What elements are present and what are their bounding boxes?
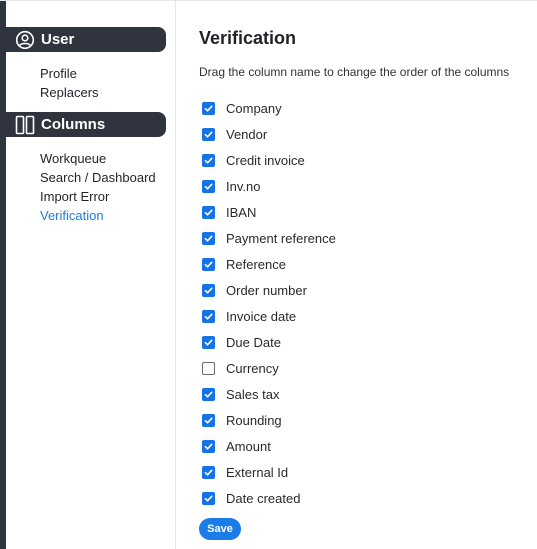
column-label: Rounding — [226, 412, 282, 428]
column-item[interactable]: Amount — [199, 433, 336, 459]
column-item[interactable]: Order number — [199, 277, 336, 303]
column-checkbox[interactable] — [202, 439, 215, 453]
checkmark-icon — [204, 131, 213, 138]
column-item[interactable]: Currency — [199, 355, 336, 381]
column-label: External Id — [226, 464, 289, 480]
checkmark-icon — [204, 313, 213, 320]
column-item[interactable]: Payment reference — [199, 225, 336, 251]
sidebar-item-search-dashboard[interactable]: Search / Dashboard — [40, 168, 156, 187]
column-label: Date created — [226, 490, 301, 506]
sidebar-item-replacers[interactable]: Replacers — [40, 83, 99, 102]
column-label: Payment reference — [226, 230, 336, 246]
column-checkbox[interactable] — [202, 309, 215, 323]
sidebar-section-columns: Columns — [6, 112, 166, 137]
column-checkbox[interactable] — [202, 153, 215, 167]
column-checkbox[interactable] — [202, 231, 215, 245]
column-label: Due Date — [226, 334, 281, 350]
user-nav-list: Profile Replacers — [40, 64, 99, 102]
sidebar-item-profile[interactable]: Profile — [40, 64, 99, 83]
column-label: Order number — [226, 282, 307, 298]
column-checkbox[interactable] — [202, 127, 215, 141]
column-label: Company — [226, 100, 282, 116]
column-item[interactable]: External Id — [199, 459, 336, 485]
column-checkbox[interactable] — [202, 387, 215, 401]
column-item[interactable]: Date created — [199, 485, 336, 511]
column-label: Sales tax — [226, 386, 280, 402]
checkmark-icon — [204, 417, 213, 424]
sidebar-section-user-label: User — [41, 31, 75, 48]
column-checkbox[interactable] — [202, 465, 215, 479]
column-checkbox[interactable] — [202, 179, 215, 193]
column-checkbox[interactable] — [202, 413, 215, 427]
column-checkbox[interactable] — [202, 205, 215, 219]
checkmark-icon — [204, 183, 213, 190]
column-label: Credit invoice — [226, 152, 305, 168]
sidebar: User Profile Replacers Columns Workqueue S… — [6, 1, 176, 549]
column-label: Amount — [226, 438, 271, 454]
column-item[interactable]: Company — [199, 95, 336, 121]
checkmark-icon — [204, 209, 213, 216]
column-label: Invoice date — [226, 308, 297, 324]
checkmark-icon — [204, 105, 213, 112]
column-item[interactable]: Vendor — [199, 121, 336, 147]
column-list: Company Vendor Credit invoice Inv.no IBAN Pay… — [199, 95, 336, 511]
column-label: Reference — [226, 256, 286, 272]
checkmark-icon — [204, 339, 213, 346]
page-title: Verification — [199, 28, 297, 48]
checkmark-icon — [204, 469, 213, 476]
checkmark-icon — [204, 391, 213, 398]
checkmark-icon — [204, 261, 213, 268]
column-checkbox[interactable] — [202, 335, 215, 349]
checkmark-icon — [204, 443, 213, 450]
checkmark-icon — [204, 287, 213, 294]
checkmark-icon — [204, 495, 213, 502]
sidebar-item-import-error[interactable]: Import Error — [40, 187, 156, 206]
column-item[interactable]: Inv.no — [199, 173, 336, 199]
column-label: IBAN — [226, 204, 257, 220]
column-checkbox[interactable] — [202, 283, 215, 297]
column-item[interactable]: Reference — [199, 251, 336, 277]
settings-app: User Profile Replacers Columns Workqueue S… — [0, 0, 537, 549]
columns-nav-list: Workqueue Search / Dashboard Import Error V… — [40, 149, 156, 225]
sidebar-section-columns-label: Columns — [41, 116, 106, 133]
sidebar-item-verification[interactable]: Verification — [40, 206, 156, 225]
column-checkbox[interactable] — [202, 491, 215, 505]
column-item[interactable]: Sales tax — [199, 381, 336, 407]
column-item[interactable]: IBAN — [199, 199, 336, 225]
column-checkbox[interactable] — [202, 361, 215, 375]
column-label: Currency — [226, 360, 279, 376]
instructions-text: Drag the column name to change the order… — [199, 65, 510, 79]
column-label: Inv.no — [226, 178, 261, 194]
column-item[interactable]: Credit invoice — [199, 147, 336, 173]
sidebar-item-workqueue[interactable]: Workqueue — [40, 149, 156, 168]
main-content: Verification Drag the column name to cha… — [199, 1, 535, 549]
column-item[interactable]: Invoice date — [199, 303, 336, 329]
column-label: Vendor — [226, 126, 268, 142]
column-item[interactable]: Rounding — [199, 407, 336, 433]
column-checkbox[interactable] — [202, 101, 215, 115]
checkmark-icon — [204, 235, 213, 242]
save-button[interactable]: Save — [199, 518, 241, 540]
user-circle-icon — [14, 29, 36, 51]
column-item[interactable]: Due Date — [199, 329, 336, 355]
sidebar-section-user: User — [6, 27, 166, 52]
columns-icon — [14, 114, 36, 136]
column-checkbox[interactable] — [202, 257, 215, 271]
checkmark-icon — [204, 157, 213, 164]
